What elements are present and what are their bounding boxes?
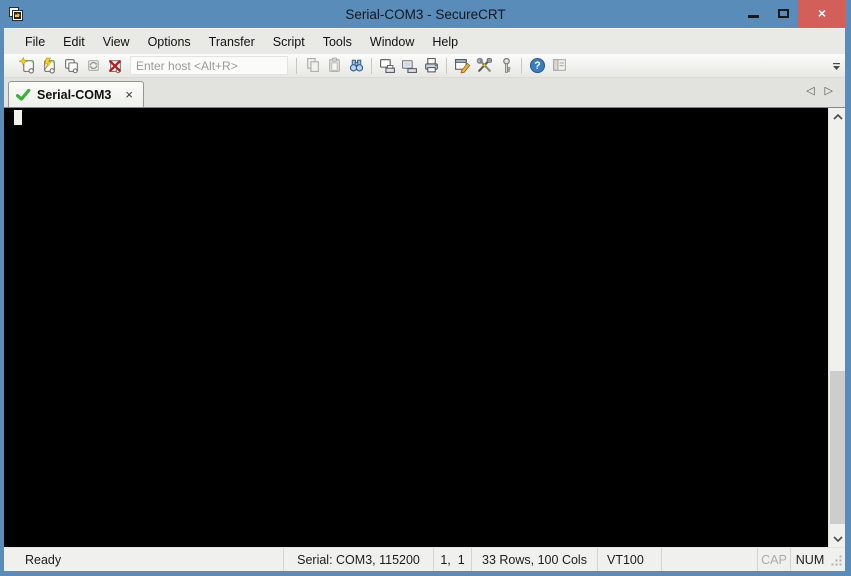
minimize-button[interactable] xyxy=(738,0,768,27)
status-num-lock: NUM xyxy=(790,548,829,571)
toolbar-separator xyxy=(296,57,297,74)
connect-in-tab-icon xyxy=(64,59,78,74)
global-options-button[interactable] xyxy=(473,56,495,76)
global-options-icon xyxy=(476,57,492,72)
help-button[interactable]: ? xyxy=(526,56,548,76)
status-emulation: VT100 xyxy=(597,548,661,571)
menu-file[interactable]: File xyxy=(16,32,54,52)
status-bar: Ready Serial: COM3, 115200 1, 1 33 Rows,… xyxy=(4,547,845,571)
chevron-up-icon xyxy=(832,113,843,120)
paste-button[interactable] xyxy=(323,56,345,76)
tab-scroll-right-button[interactable]: ▷ xyxy=(823,84,835,98)
key-generator-button[interactable] xyxy=(495,56,517,76)
find-button[interactable] xyxy=(345,56,367,76)
menu-tools[interactable]: Tools xyxy=(314,32,361,52)
host-input[interactable] xyxy=(130,56,288,75)
menu-options[interactable]: Options xyxy=(139,32,200,52)
menu-window[interactable]: Window xyxy=(361,32,423,52)
print-icon xyxy=(424,58,438,73)
chevron-down-icon xyxy=(832,62,840,70)
minimize-icon xyxy=(747,15,759,18)
toolbar-separator xyxy=(371,57,372,74)
key-icon xyxy=(502,57,510,73)
quick-connect-icon xyxy=(43,57,55,74)
close-button[interactable]: × xyxy=(798,0,846,27)
print-eject-icon xyxy=(401,60,417,73)
tab-close-button[interactable]: × xyxy=(123,88,135,101)
titlebar[interactable]: Serial-COM3 - SecureCRT × xyxy=(0,0,851,28)
toolbar-separator xyxy=(521,57,522,74)
paste-icon xyxy=(328,57,340,72)
print-eject-button[interactable] xyxy=(398,56,420,76)
connect-icon xyxy=(18,57,34,74)
tab-bar: Serial-COM3 × ◁ ▷ xyxy=(4,78,845,107)
status-grid-size: 33 Rows, 100 Cols xyxy=(471,548,597,571)
menu-view[interactable]: View xyxy=(94,32,139,52)
help-icon: ? xyxy=(529,57,545,74)
resize-grip[interactable] xyxy=(829,548,845,571)
terminal-region xyxy=(4,107,845,547)
menu-help[interactable]: Help xyxy=(423,32,467,52)
app-icon xyxy=(9,7,23,21)
menu-script[interactable]: Script xyxy=(264,32,314,52)
print-button[interactable] xyxy=(420,56,442,76)
chevron-down-icon xyxy=(832,535,843,542)
toolbar-overflow-button[interactable] xyxy=(830,58,842,74)
tab-scroll-left-button[interactable]: ◁ xyxy=(804,84,816,98)
connect-in-tab-button[interactable] xyxy=(60,56,82,76)
connected-check-icon xyxy=(16,88,31,101)
status-cursor-position: 1, 1 xyxy=(433,548,471,571)
close-icon: × xyxy=(817,4,827,21)
session-manager-button[interactable] xyxy=(548,56,570,76)
connect-button[interactable] xyxy=(16,56,38,76)
toolbar: ? xyxy=(4,54,845,78)
session-manager-icon xyxy=(552,59,566,71)
scrollbar-down-button[interactable] xyxy=(829,530,846,547)
svg-text:?: ? xyxy=(534,60,540,72)
copy-icon xyxy=(306,58,319,72)
toolbar-separator xyxy=(446,57,447,74)
disconnect-icon xyxy=(108,60,121,74)
quick-connect-button[interactable] xyxy=(38,56,60,76)
menu-bar: File Edit View Options Transfer Script T… xyxy=(4,28,845,54)
maximize-button[interactable] xyxy=(768,0,798,27)
find-icon xyxy=(349,59,363,72)
reconnect-icon xyxy=(87,60,99,71)
status-caps-lock: CAP xyxy=(757,548,790,571)
menu-edit[interactable]: Edit xyxy=(54,32,94,52)
vertical-scrollbar[interactable] xyxy=(828,108,845,547)
window-title: Serial-COM3 - SecureCRT xyxy=(345,6,506,22)
terminal-screen[interactable] xyxy=(4,108,828,547)
menu-transfer[interactable]: Transfer xyxy=(200,32,264,52)
status-ready: Ready xyxy=(25,552,62,567)
disconnect-button[interactable] xyxy=(104,56,126,76)
window-content: File Edit View Options Transfer Script T… xyxy=(4,28,845,571)
maximize-icon xyxy=(777,9,789,18)
status-connection: Serial: COM3, 115200 xyxy=(283,548,433,571)
copy-button[interactable] xyxy=(301,56,323,76)
session-options-button[interactable] xyxy=(451,56,473,76)
reconnect-button[interactable] xyxy=(82,56,104,76)
securecrt-window: Serial-COM3 - SecureCRT × File Edit View… xyxy=(0,0,851,576)
scrollbar-up-button[interactable] xyxy=(829,108,846,125)
tab-serial-com3[interactable]: Serial-COM3 × xyxy=(8,81,144,107)
terminal-cursor xyxy=(14,110,22,125)
resize-grip-icon xyxy=(831,555,842,565)
print-screen-button[interactable] xyxy=(376,56,398,76)
scrollbar-thumb[interactable] xyxy=(830,371,845,524)
tab-label: Serial-COM3 xyxy=(37,87,112,102)
print-screen-icon xyxy=(379,59,395,73)
session-options-icon xyxy=(454,59,470,74)
status-spacer xyxy=(661,548,757,571)
